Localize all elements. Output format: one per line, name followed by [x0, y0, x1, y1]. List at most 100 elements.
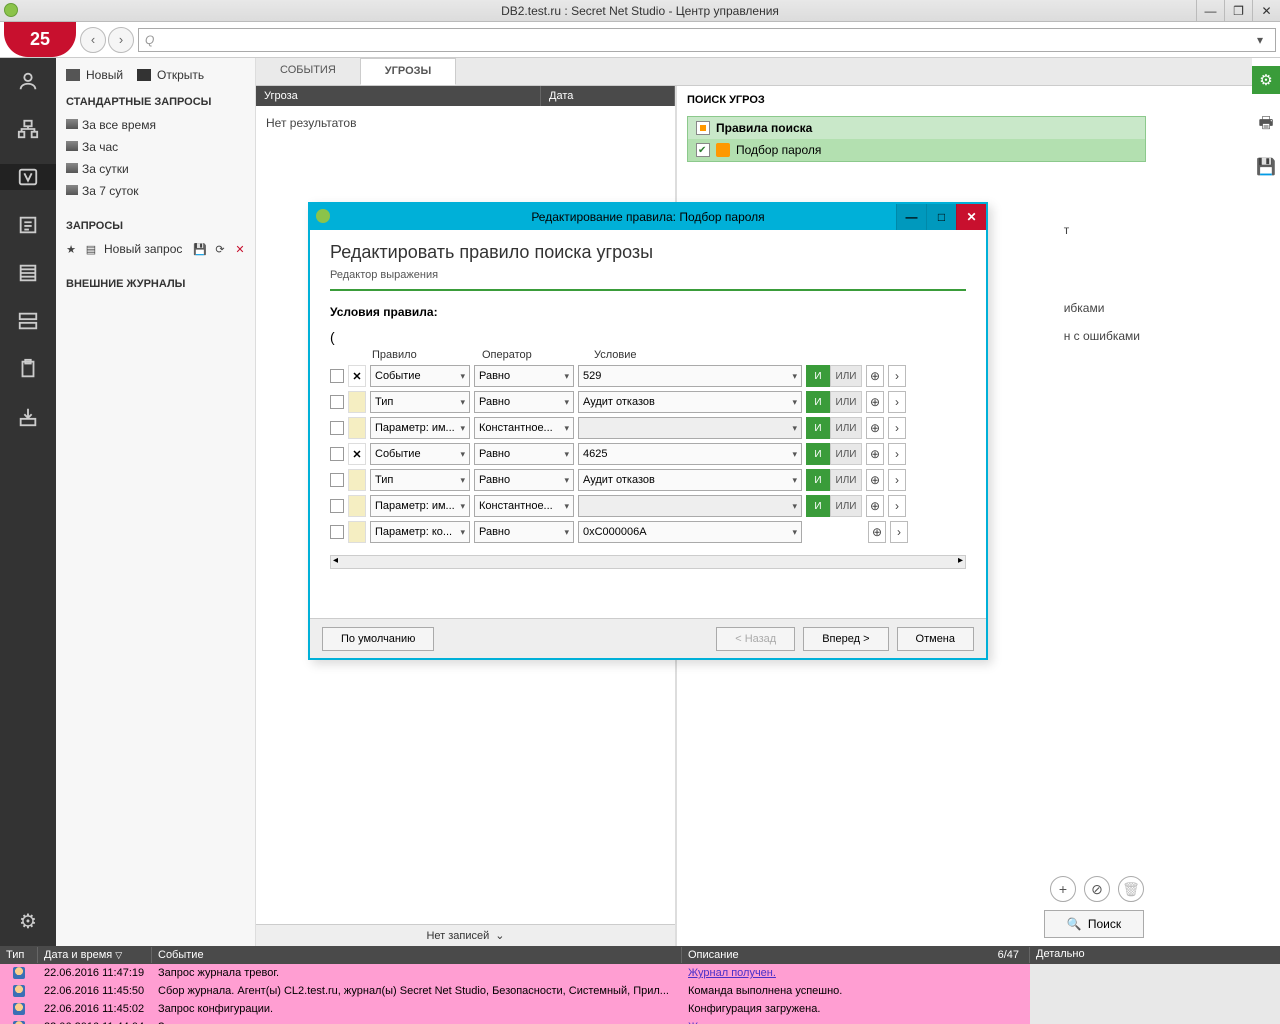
next-button[interactable]: Вперед > [803, 627, 888, 651]
tab-threats[interactable]: УГРОЗЫ [360, 58, 457, 85]
col-date[interactable]: Дата [541, 86, 675, 106]
dialog-titlebar[interactable]: Редактирование правила: Подбор пароля — … [310, 204, 986, 230]
dialog-close-button[interactable]: ✕ [956, 204, 986, 230]
log-row[interactable]: 22.06.2016 11:44:04Запрос журнала тревог… [0, 1018, 1030, 1024]
address-dropdown-icon[interactable]: ▾ [1251, 33, 1269, 47]
rule-add-button[interactable]: ⊕ [866, 443, 884, 465]
rule-row-checkbox[interactable] [330, 369, 344, 383]
dialog-h-scrollbar[interactable] [330, 555, 966, 569]
rule-row-checkbox[interactable] [330, 499, 344, 513]
log-row[interactable]: 22.06.2016 11:45:02Запрос конфигурации.К… [0, 1000, 1030, 1018]
rule-handle[interactable] [348, 469, 366, 491]
sidebar-std-item[interactable]: За 7 суток [56, 180, 255, 202]
refresh-icon[interactable]: ⟳ [213, 242, 227, 256]
sidebar-new-query-row[interactable]: ★ ▤ Новый запрос 💾 ⟳ ✕ [56, 238, 255, 260]
rule-operator-select[interactable]: Константное... [474, 495, 574, 517]
dialog-minimize-button[interactable]: — [896, 204, 926, 230]
log-row[interactable]: 22.06.2016 11:47:19Запрос журнала тревог… [0, 964, 1030, 982]
rail-download-icon[interactable] [13, 404, 43, 430]
rule-field-select[interactable]: Параметр: им... [370, 417, 470, 439]
log-col-desc[interactable]: Описание6/47 [682, 947, 1030, 963]
rule-field-select[interactable]: Параметр: им... [370, 495, 470, 517]
rail-server-icon[interactable] [13, 308, 43, 334]
rule-row-checkbox[interactable] [330, 525, 344, 539]
rule-delete-icon[interactable]: ✕ [348, 443, 366, 465]
rule-value-select[interactable]: 0xC000006A [578, 521, 802, 543]
sidebar-open-button[interactable]: Открыть [137, 68, 204, 82]
rule-andor[interactable]: ИИЛИ [806, 417, 862, 439]
rule-add-button[interactable]: ⊕ [868, 521, 886, 543]
log-col-type[interactable]: Тип [0, 947, 38, 963]
col-threat[interactable]: Угроза [256, 86, 541, 106]
rule-andor[interactable]: ИИЛИ [806, 391, 862, 413]
rule-add-button[interactable]: ⊕ [866, 495, 884, 517]
rail-settings-icon[interactable]: ⚙ [19, 909, 37, 934]
rule-operator-select[interactable]: Равно [474, 443, 574, 465]
rule-handle[interactable] [348, 417, 366, 439]
sidebar-std-item[interactable]: За сутки [56, 158, 255, 180]
minimize-button[interactable]: — [1196, 0, 1224, 22]
tab-events[interactable]: СОБЫТИЯ [256, 58, 360, 85]
rail-network-icon[interactable] [13, 116, 43, 142]
chevron-down-icon[interactable]: ⌄ [495, 929, 504, 942]
nav-forward-button[interactable]: › [108, 27, 134, 53]
default-button[interactable]: По умолчанию [322, 627, 434, 651]
rule-add-button[interactable]: ⊕ [866, 391, 884, 413]
rule-andor[interactable]: ИИЛИ [806, 443, 862, 465]
rules-master-checkbox[interactable] [696, 121, 710, 135]
rule-operator-select[interactable]: Равно [474, 365, 574, 387]
rule-operator-select[interactable]: Равно [474, 521, 574, 543]
rule-value-select[interactable]: Аудит отказов [578, 469, 802, 491]
rule-add-button[interactable]: ⊕ [866, 417, 884, 439]
rail-log-icon[interactable] [13, 212, 43, 238]
rule-row-checkbox[interactable] [330, 395, 344, 409]
rail-clipboard-icon[interactable] [13, 356, 43, 382]
add-rule-button[interactable]: + [1050, 876, 1076, 902]
rule-value-select[interactable]: 4625 [578, 443, 802, 465]
rule-row-checkbox[interactable] [330, 447, 344, 461]
rule-value-select[interactable]: Аудит отказов [578, 391, 802, 413]
search-rules-header[interactable]: Правила поиска [688, 117, 1145, 139]
rail-threats-icon[interactable] [0, 164, 56, 190]
rule-handle[interactable] [348, 495, 366, 517]
dialog-maximize-button[interactable]: □ [926, 204, 956, 230]
sidebar-std-item[interactable]: За час [56, 136, 255, 158]
rule-operator-select[interactable]: Равно [474, 391, 574, 413]
rule-add-button[interactable]: ⊕ [866, 469, 884, 491]
rule-expand-button[interactable]: › [888, 365, 906, 387]
rule-operator-select[interactable]: Равно [474, 469, 574, 491]
log-col-dt[interactable]: Дата и время ▽ [38, 947, 152, 963]
window-close-button[interactable]: ✕ [1252, 0, 1280, 22]
search-rule-item[interactable]: Подбор пароля [688, 139, 1145, 161]
rule-handle[interactable] [348, 391, 366, 413]
rule-handle[interactable] [348, 521, 366, 543]
log-row[interactable]: 22.06.2016 11:45:50Сбор журнала. Агент(ы… [0, 982, 1030, 1000]
rule-andor[interactable]: ИИЛИ [806, 495, 862, 517]
delete-icon[interactable]: ✕ [233, 242, 247, 256]
rule-operator-select[interactable]: Константное... [474, 417, 574, 439]
rule-value-select[interactable]: 529 [578, 365, 802, 387]
rule-andor[interactable]: ИИЛИ [806, 469, 862, 491]
rule-row-checkbox[interactable] [330, 421, 344, 435]
alert-badge[interactable]: 25 [4, 21, 76, 57]
rule-expand-button[interactable]: › [888, 443, 906, 465]
rule-delete-icon[interactable]: ✕ [348, 365, 366, 387]
sidebar-std-item[interactable]: За все время [56, 114, 255, 136]
stripe-print-icon[interactable]: 🖶 [1258, 112, 1273, 139]
rule-field-select[interactable]: Тип [370, 469, 470, 491]
rule-expand-button[interactable]: › [888, 495, 906, 517]
stripe-save-icon[interactable]: 💾 [1256, 157, 1276, 177]
rule-field-select[interactable]: Событие [370, 443, 470, 465]
maximize-button[interactable]: ❐ [1224, 0, 1252, 22]
rule-field-select[interactable]: Тип [370, 391, 470, 413]
rule-expand-button[interactable]: › [890, 521, 908, 543]
rail-users-icon[interactable] [13, 68, 43, 94]
search-button[interactable]: 🔍 Поиск [1044, 910, 1144, 938]
rule-add-button[interactable]: ⊕ [866, 365, 884, 387]
log-col-event[interactable]: Событие [152, 947, 682, 963]
rail-book-icon[interactable] [13, 260, 43, 286]
rule-field-select[interactable]: Событие [370, 365, 470, 387]
sidebar-new-button[interactable]: Новый [66, 68, 123, 82]
rule-andor[interactable]: ИИЛИ [806, 365, 862, 387]
address-bar[interactable]: Q ▾ [138, 28, 1276, 52]
